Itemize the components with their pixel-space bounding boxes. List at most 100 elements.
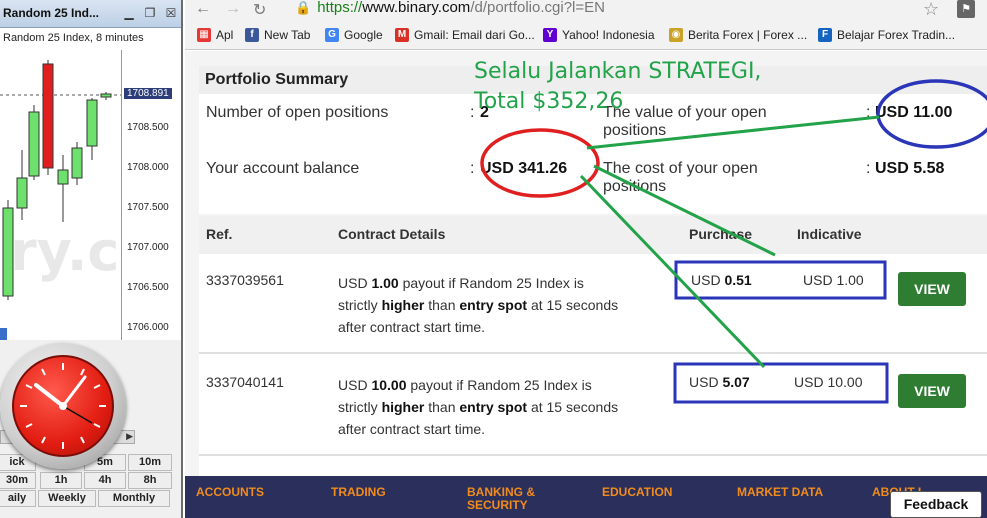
nav-education[interactable]: EDUCATION [602,486,672,499]
col-purchase: Purchase [689,226,753,242]
close-icon[interactable]: ☒ [164,6,178,20]
clock-hands [20,363,106,449]
bookmark-apps[interactable]: ▦ Apl [197,28,233,42]
extension-icon[interactable]: ⚑ [957,0,975,18]
bookmark-yahoo[interactable]: Y Yahoo! Indonesia [543,28,655,42]
bookmarks-bar: ▦ Apl f New Tab G Google M Gmail: Email dari… [185,22,987,50]
price-tick: 1706.000 [127,322,169,333]
table-row: 3337039561 USD 1.00 payout if Random 25 … [199,254,987,354]
contract-ref: 3337039561 [206,272,284,288]
col-contract-details: Contract Details [338,226,446,242]
indicative-price: USD 1.00 [803,272,864,288]
scroll-marker [0,328,7,340]
bookmark-gmail[interactable]: M Gmail: Email dari Go... [395,28,535,42]
lock-icon: 🔒 [295,0,312,15]
candle-bull [28,111,40,177]
timeframe-8h-button[interactable]: 8h [128,472,172,489]
url-path: /d/portfolio.cgi?l=EN [470,0,605,16]
nav-banking-security[interactable]: BANKING & SECURITY [467,486,535,512]
annotation-line-2: Total $352,26 [474,89,624,114]
candle-bull [57,169,69,185]
bookmark-label: Gmail: Email dari Go... [414,28,535,42]
browser-toolbar: ← → ↻ 🔒 https://www.binary.com/d/portfoli… [185,0,987,22]
price-tick: 1706.500 [127,282,169,293]
alarm-clock-icon [0,343,126,469]
bookmark-star-icon[interactable]: ☆ [923,0,939,20]
candle-bull [2,207,14,297]
minimize-icon[interactable]: ▁ [122,6,136,20]
facebook-icon: f [245,28,259,42]
apps-icon: ▦ [197,28,211,42]
bookmark-google[interactable]: G Google [325,28,383,42]
chart-window: Random 25 Ind... ▁ ❐ ☒ Random 25 Index, … [0,0,183,518]
timeframe-4h-button[interactable]: 4h [84,472,126,489]
candle-bull [71,147,83,179]
nav-accounts[interactable]: ACCOUNTS [196,486,264,499]
annotation-line-1: Selalu Jalankan STRATEGI, [474,59,762,84]
timeframe-30m-button[interactable]: 30m [0,472,36,489]
view-button[interactable]: VIEW [898,374,966,408]
candlestick-svg: ry.c [0,60,121,340]
timeframe-10m-button[interactable]: 10m [128,454,172,471]
browser-window: ← → ↻ 🔒 https://www.binary.com/d/portfoli… [185,0,987,518]
clock-face [12,355,114,457]
back-icon[interactable]: ← [195,0,211,18]
strategy-annotation: Selalu Jalankan STRATEGI, Total $352,26 [474,57,761,117]
screenshot-root: Random 25 Ind... ▁ ❐ ☒ Random 25 Index, … [0,0,987,518]
bookmark-label: Google [344,28,383,42]
table-row: 3337040141 USD 10.00 payout if Random 25… [199,356,987,456]
address-bar[interactable]: 🔒 https://www.binary.com/d/portfolio.cgi?… [295,0,605,16]
feedback-button[interactable]: Feedback [890,491,982,518]
timeframe-monthly-button[interactable]: Monthly [98,490,170,507]
contract-ref: 3337040141 [206,374,284,390]
bookmark-label: New Tab [264,28,311,42]
price-tick: 1708.500 [127,122,169,133]
yahoo-icon: Y [543,28,557,42]
purchase-price: USD 5.07 [689,374,750,390]
reload-icon[interactable]: ↻ [253,0,266,20]
bookmark-belajar-forex[interactable]: F Belajar Forex Tradin... [818,28,955,42]
open-positions-label: Number of open positions [206,104,389,121]
candle-bear [42,63,54,169]
table-header: Ref. Contract Details Purchase Indicativ… [199,216,987,254]
forex-learn-icon: F [818,28,832,42]
chart-subtitle: Random 25 Index, 8 minutes [3,32,144,44]
scroll-right-icon[interactable]: ▶ [126,431,133,442]
restore-icon[interactable]: ❐ [143,6,157,20]
nav-trading[interactable]: TRADING [331,486,386,499]
timeframe-1h-button[interactable]: 1h [40,472,82,489]
positions-table: Ref. Contract Details Purchase Indicativ… [199,216,987,518]
watermark-text: ry.c [10,220,119,283]
contract-description: USD 1.00 payout if Random 25 Index is st… [338,275,619,335]
bookmark-label: Yahoo! Indonesia [562,28,655,42]
price-tick: 1707.000 [127,242,169,253]
price-axis: 1708.891 1708.500 1708.000 1707.500 1707… [122,50,181,340]
bookmark-label: Berita Forex | Forex ... [688,28,808,42]
nav-market-data[interactable]: MARKET DATA [737,486,823,499]
candle-bull [16,177,28,209]
open-positions-value-amount: USD 11.00 [875,104,953,121]
url-protocol: https:// [317,0,363,16]
price-tick: 1708.000 [127,162,169,173]
timeframe-weekly-button[interactable]: Weekly [38,490,96,507]
candlestick-plot[interactable]: ry.c [0,50,122,340]
google-icon: G [325,28,339,42]
price-tick: 1707.500 [127,202,169,213]
forex-news-icon: ◉ [669,28,683,42]
colon: : [866,160,871,177]
page-content: Portfolio Summary Number of open positio… [185,51,987,518]
contract-description: USD 10.00 payout if Random 25 Index is s… [338,377,619,437]
candle-bull [86,99,98,147]
current-price-tick: 1708.891 [124,88,172,99]
chart-title: Random 25 Ind... [3,6,100,20]
colon: : [470,160,475,177]
col-indicative: Indicative [797,226,862,242]
forward-icon[interactable]: → [225,0,241,18]
bookmark-new-tab[interactable]: f New Tab [245,28,310,42]
view-button[interactable]: VIEW [898,272,966,306]
timeframe-daily-button[interactable]: aily [0,490,36,507]
col-ref: Ref. [206,226,233,242]
candle-bull [100,93,112,98]
account-balance-label: Your account balance [206,160,360,177]
bookmark-berita-forex[interactable]: ◉ Berita Forex | Forex ... [669,28,807,42]
